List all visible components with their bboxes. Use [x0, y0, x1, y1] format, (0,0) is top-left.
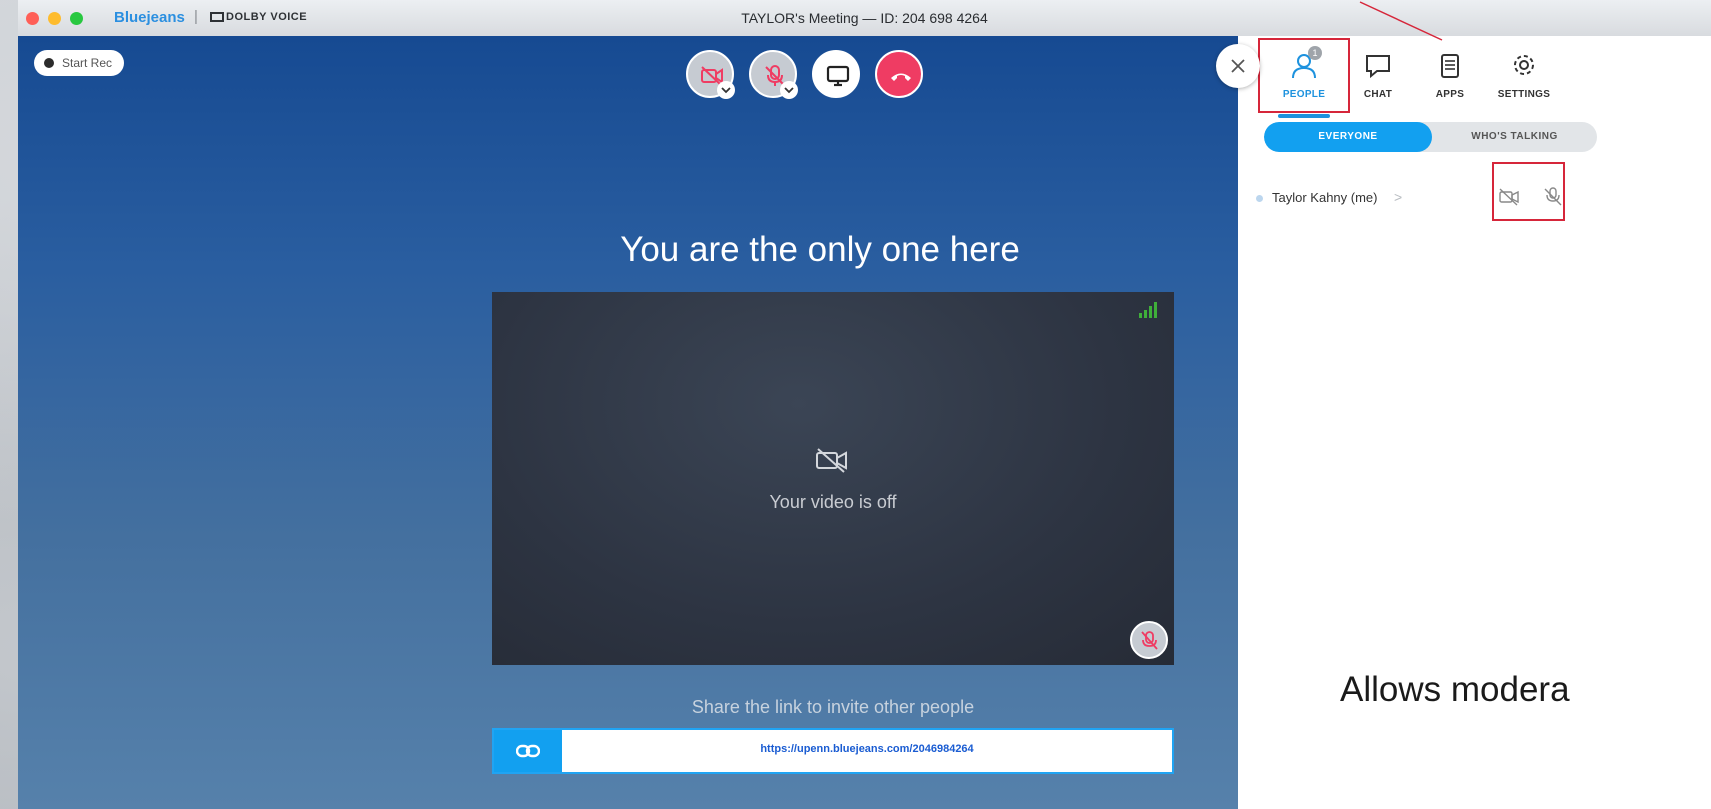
people-count-badge: 1: [1308, 46, 1322, 60]
share-url[interactable]: https://upenn.bluejeans.com/2046984264: [562, 743, 1172, 755]
mic-toggle-button[interactable]: [749, 50, 798, 99]
participant-video-off-icon[interactable]: [1498, 186, 1520, 208]
screen-share-button[interactable]: [812, 50, 860, 98]
participant-name: Taylor Kahny (me): [1272, 190, 1378, 205]
tab-apps-label: APPS: [1435, 89, 1465, 100]
participant-filter: EVERYONE WHO'S TALKING: [1264, 122, 1597, 152]
participant-chevron-icon: >: [1394, 189, 1403, 205]
link-icon: [516, 744, 540, 758]
start-recording-label: Start Rec: [62, 56, 113, 70]
hang-up-button[interactable]: [875, 50, 923, 98]
video-toggle-button[interactable]: [686, 50, 735, 99]
close-panel-button[interactable]: [1216, 44, 1260, 88]
chevron-down-icon: [784, 87, 794, 94]
share-prompt: Share the link to invite other people: [691, 697, 975, 717]
video-off-message: Your video is off: [769, 492, 897, 512]
tab-people-label: PEOPLE: [1282, 89, 1326, 100]
signal-strength-icon: [1139, 302, 1157, 318]
self-mic-indicator: [1130, 621, 1168, 659]
window-titlebar: Bluejeans | DOLBY VOICE TAYLOR's Meeting…: [18, 0, 1711, 37]
side-panel: 1 PEOPLE CHAT APPS SETTINGS EVERYONE WHO…: [1238, 36, 1711, 809]
camera-off-icon: [816, 448, 847, 473]
video-options-button[interactable]: [717, 81, 735, 99]
chat-icon: [1366, 55, 1390, 79]
record-dot-icon: [44, 58, 54, 68]
filter-whos-talking[interactable]: WHO'S TALKING: [1432, 122, 1597, 152]
tab-apps[interactable]: APPS: [1408, 52, 1492, 100]
self-video-tile: Your video is off: [492, 292, 1174, 665]
mic-options-button[interactable]: [780, 81, 798, 99]
participant-mic-off-icon[interactable]: [1542, 186, 1564, 208]
participant-row[interactable]: Taylor Kahny (me) >: [1252, 186, 1597, 216]
copy-link-button[interactable]: [494, 730, 562, 772]
phone-hangup-icon: [891, 73, 911, 81]
screen-share-icon: [826, 65, 850, 87]
active-tab-underline: [1278, 114, 1330, 118]
window-title: TAYLOR's Meeting — ID: 204 698 4264: [741, 10, 988, 26]
meeting-stage: Start Rec You are the only one here Your…: [18, 36, 1352, 809]
gear-icon: [1514, 55, 1534, 75]
alone-heading: You are the only one here: [620, 230, 1020, 269]
close-icon: [1231, 59, 1245, 73]
apps-icon: [1441, 54, 1459, 78]
tab-settings-label: SETTINGS: [1497, 89, 1551, 100]
presence-dot: [1256, 195, 1263, 202]
start-recording-button[interactable]: Start Rec: [34, 50, 125, 76]
share-link-bar: https://upenn.bluejeans.com/2046984264: [492, 728, 1174, 774]
tab-people[interactable]: 1 PEOPLE: [1262, 46, 1346, 118]
mic-off-icon: [1141, 631, 1158, 650]
tab-settings[interactable]: SETTINGS: [1482, 52, 1566, 100]
filter-everyone[interactable]: EVERYONE: [1264, 122, 1432, 152]
chevron-down-icon: [721, 87, 731, 94]
annotation-caption: Allows modera: [1340, 670, 1570, 709]
